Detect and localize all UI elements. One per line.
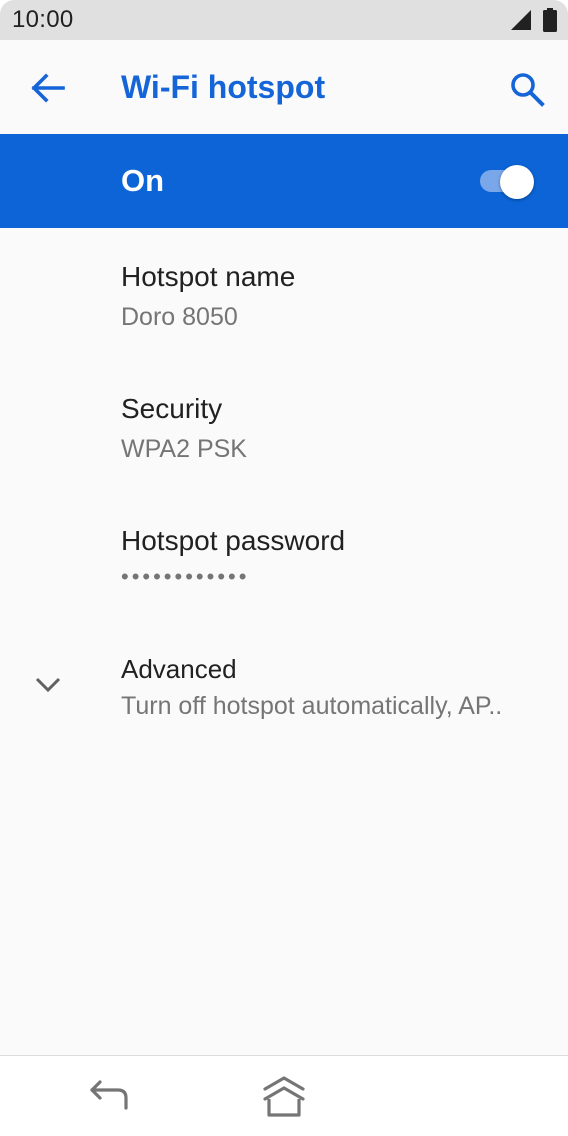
chevron-down-icon: [35, 677, 61, 693]
pref-summary: Turn off hotspot automatically, AP..: [121, 692, 503, 720]
pref-hotspot-password[interactable]: Hotspot password ••••••••••••: [0, 492, 568, 624]
arrow-back-icon[interactable]: [29, 73, 65, 103]
navigation-bar: [0, 1055, 568, 1136]
signal-icon: [511, 10, 531, 30]
home-icon[interactable]: [259, 1073, 309, 1119]
screen: 10:00 Wi-Fi hotspot On Hotspot name Doro…: [0, 0, 568, 1136]
back-icon[interactable]: [88, 1076, 132, 1116]
status-bar: 10:00: [0, 0, 568, 40]
pref-title: Hotspot password: [121, 525, 346, 556]
app-bar: Wi-Fi hotspot: [0, 40, 568, 134]
pref-security[interactable]: Security WPA2 PSK: [0, 360, 568, 492]
pref-title: Security: [121, 393, 223, 424]
master-switch-label: On: [121, 163, 165, 198]
battery-icon: [543, 8, 557, 32]
status-time: 10:00: [12, 6, 74, 33]
pref-summary: WPA2 PSK: [121, 435, 247, 463]
pref-title: Hotspot name: [121, 261, 296, 292]
pref-password-dots: ••••••••••••: [121, 564, 250, 589]
pref-title: Advanced: [121, 654, 237, 684]
hotspot-master-switch[interactable]: On: [0, 134, 568, 228]
page-title: Wi-Fi hotspot: [121, 69, 326, 105]
toggle-thumb[interactable]: [500, 165, 534, 199]
search-icon[interactable]: [508, 70, 546, 108]
pref-hotspot-name[interactable]: Hotspot name Doro 8050: [0, 228, 568, 360]
pref-summary: Doro 8050: [121, 303, 238, 331]
pref-advanced[interactable]: Advanced Turn off hotspot automatically,…: [0, 640, 568, 736]
